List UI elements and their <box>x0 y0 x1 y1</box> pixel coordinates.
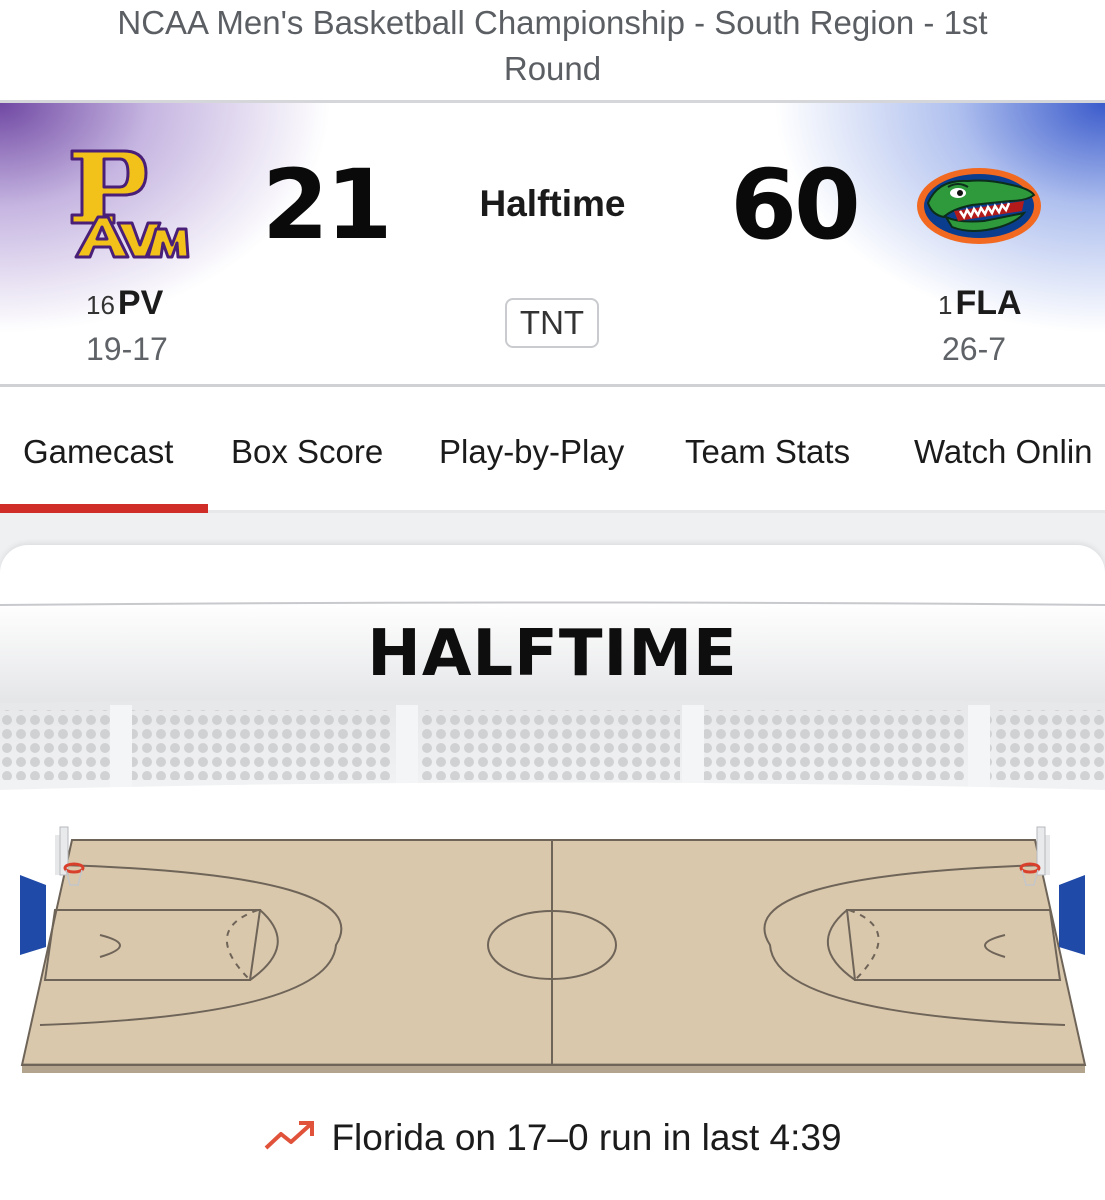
away-score: 21 <box>262 149 393 261</box>
scoring-run-note: Florida on 17–0 run in last 4:39 <box>0 1115 1105 1159</box>
away-abbr: PV <box>117 284 164 322</box>
crowd-sections <box>0 710 1105 780</box>
event-title: NCAA Men's Basketball Championship - Sou… <box>117 4 988 87</box>
tab-box-score[interactable]: Box Score <box>231 433 383 471</box>
home-abbr: FLA <box>955 284 1022 322</box>
gator-logo-icon[interactable] <box>914 165 1044 247</box>
home-score: 60 <box>730 149 861 261</box>
home-team-name[interactable]: 1FLA <box>938 281 1022 327</box>
tab-play-by-play[interactable]: Play-by-Play <box>439 433 624 471</box>
away-record: 19-17 <box>86 331 168 367</box>
home-record: 26-7 <box>942 331 1007 367</box>
away-seed: 16 <box>86 290 115 320</box>
pvam-logo-icon[interactable] <box>64 145 190 265</box>
tab-team-stats[interactable]: Team Stats <box>685 433 850 471</box>
gamecast-panel: HALFTIME Florida on 17–0 run in last 4:3… <box>0 545 1105 1200</box>
network-badge: TNT <box>505 298 599 348</box>
game-tabs: Gamecast Box Score Play-by-Play Team Sta… <box>0 387 1105 513</box>
game-status: Halftime <box>479 183 626 224</box>
tab-watch-online[interactable]: Watch Onlin <box>914 433 1093 471</box>
basketball-court <box>20 826 1087 1073</box>
away-team-name[interactable]: 16PV <box>86 281 163 327</box>
arena-status-banner: HALFTIME <box>367 617 738 691</box>
home-seed: 1 <box>938 290 953 320</box>
trending-up-icon <box>265 1121 315 1150</box>
tab-gamecast[interactable]: Gamecast <box>23 433 173 471</box>
scoring-run-text: Florida on 17–0 run in last 4:39 <box>331 1117 842 1159</box>
active-tab-indicator <box>0 504 208 513</box>
scoreboard: 21 Halftime 60 16PV 19-17 TNT 1FLA 26-7 <box>0 103 1105 384</box>
